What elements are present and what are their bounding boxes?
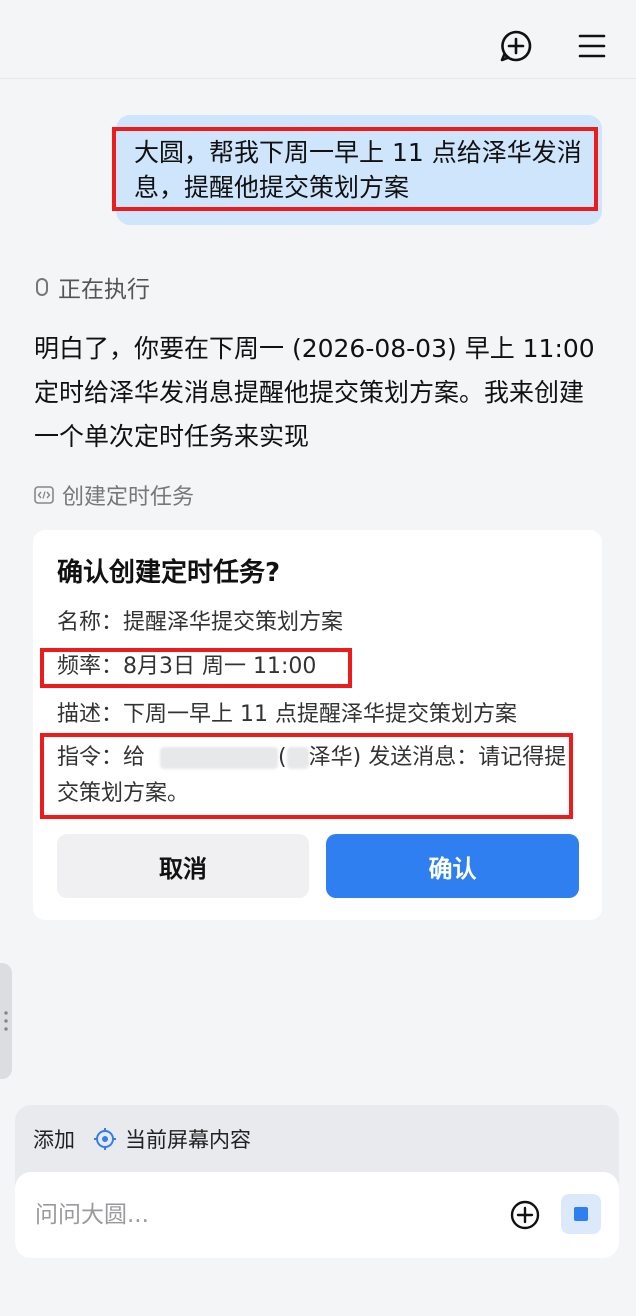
command-prefix: 给 — [123, 745, 146, 770]
new-chat-icon[interactable] — [498, 28, 534, 64]
frequency-value: 8月3日 周一 11:00 — [123, 654, 317, 679]
status-text: 正在执行 — [58, 277, 150, 303]
description-value: 下周一早上 11 点提醒泽华提交策划方案 — [123, 702, 517, 727]
composer: 添加 当前屏幕内容 — [15, 1105, 619, 1258]
task-command-row: 指令：给 (泽华) 发送消息：请记得提交策划方案。 — [57, 740, 577, 812]
screen-context-chip[interactable]: 当前屏幕内容 — [93, 1124, 251, 1154]
command-paren: ( — [278, 745, 287, 770]
add-context-label[interactable]: 添加 — [33, 1124, 75, 1154]
add-attachment-icon[interactable] — [509, 1199, 541, 1231]
name-label: 名称： — [57, 610, 124, 635]
confirm-button[interactable]: 确认 — [326, 834, 579, 898]
description-label: 描述： — [57, 702, 124, 727]
loading-icon — [36, 278, 48, 296]
task-frequency-row: 频率：8月3日 周一 11:00 — [57, 650, 316, 684]
name-value: 提醒泽华提交策划方案 — [123, 610, 344, 635]
frequency-label: 频率： — [57, 654, 124, 679]
confirm-task-card: 确认创建定时任务? 名称：提醒泽华提交策划方案 频率：8月3日 周一 11:00… — [33, 530, 602, 920]
stop-button[interactable] — [561, 1194, 601, 1234]
input-box — [15, 1172, 619, 1258]
card-title: 确认创建定时任务? — [57, 558, 281, 588]
task-description-row: 描述：下周一早上 11 点提醒泽华提交策划方案 — [57, 698, 517, 732]
redacted-recipient-alias — [286, 747, 309, 769]
code-icon — [34, 486, 54, 504]
drag-dots-icon — [4, 1009, 8, 1033]
task-name-row: 名称：提醒泽华提交策划方案 — [57, 606, 343, 640]
side-drag-handle[interactable] — [0, 963, 12, 1079]
top-bar — [0, 0, 636, 79]
target-icon — [94, 1128, 116, 1150]
command-label: 指令： — [57, 745, 124, 770]
menu-icon[interactable] — [576, 30, 608, 62]
cancel-button[interactable]: 取消 — [57, 834, 309, 898]
assistant-reply: 明白了，你要在下周一 (2026-08-03) 早上 11:00 定时给泽华发消… — [34, 334, 595, 451]
tool-label: 创建定时任务 — [62, 485, 195, 510]
chat-input[interactable] — [33, 1194, 477, 1236]
redacted-recipient — [160, 747, 279, 769]
stop-icon — [574, 1207, 588, 1221]
screen-context-label: 当前屏幕内容 — [125, 1128, 251, 1152]
user-message-text: 大圆，帮我下周一早上 11 点给泽华发消息，提醒他提交策划方案 — [134, 138, 582, 202]
user-message-bubble: 大圆，帮我下周一早上 11 点给泽华发消息，提醒他提交策划方案 — [112, 115, 602, 225]
command-recipient: 泽华 — [308, 745, 353, 770]
context-bar: 添加 当前屏幕内容 — [33, 1123, 251, 1155]
execution-status: 正在执行 — [36, 270, 150, 304]
tool-call-indicator[interactable]: 创建定时任务 — [34, 480, 194, 510]
